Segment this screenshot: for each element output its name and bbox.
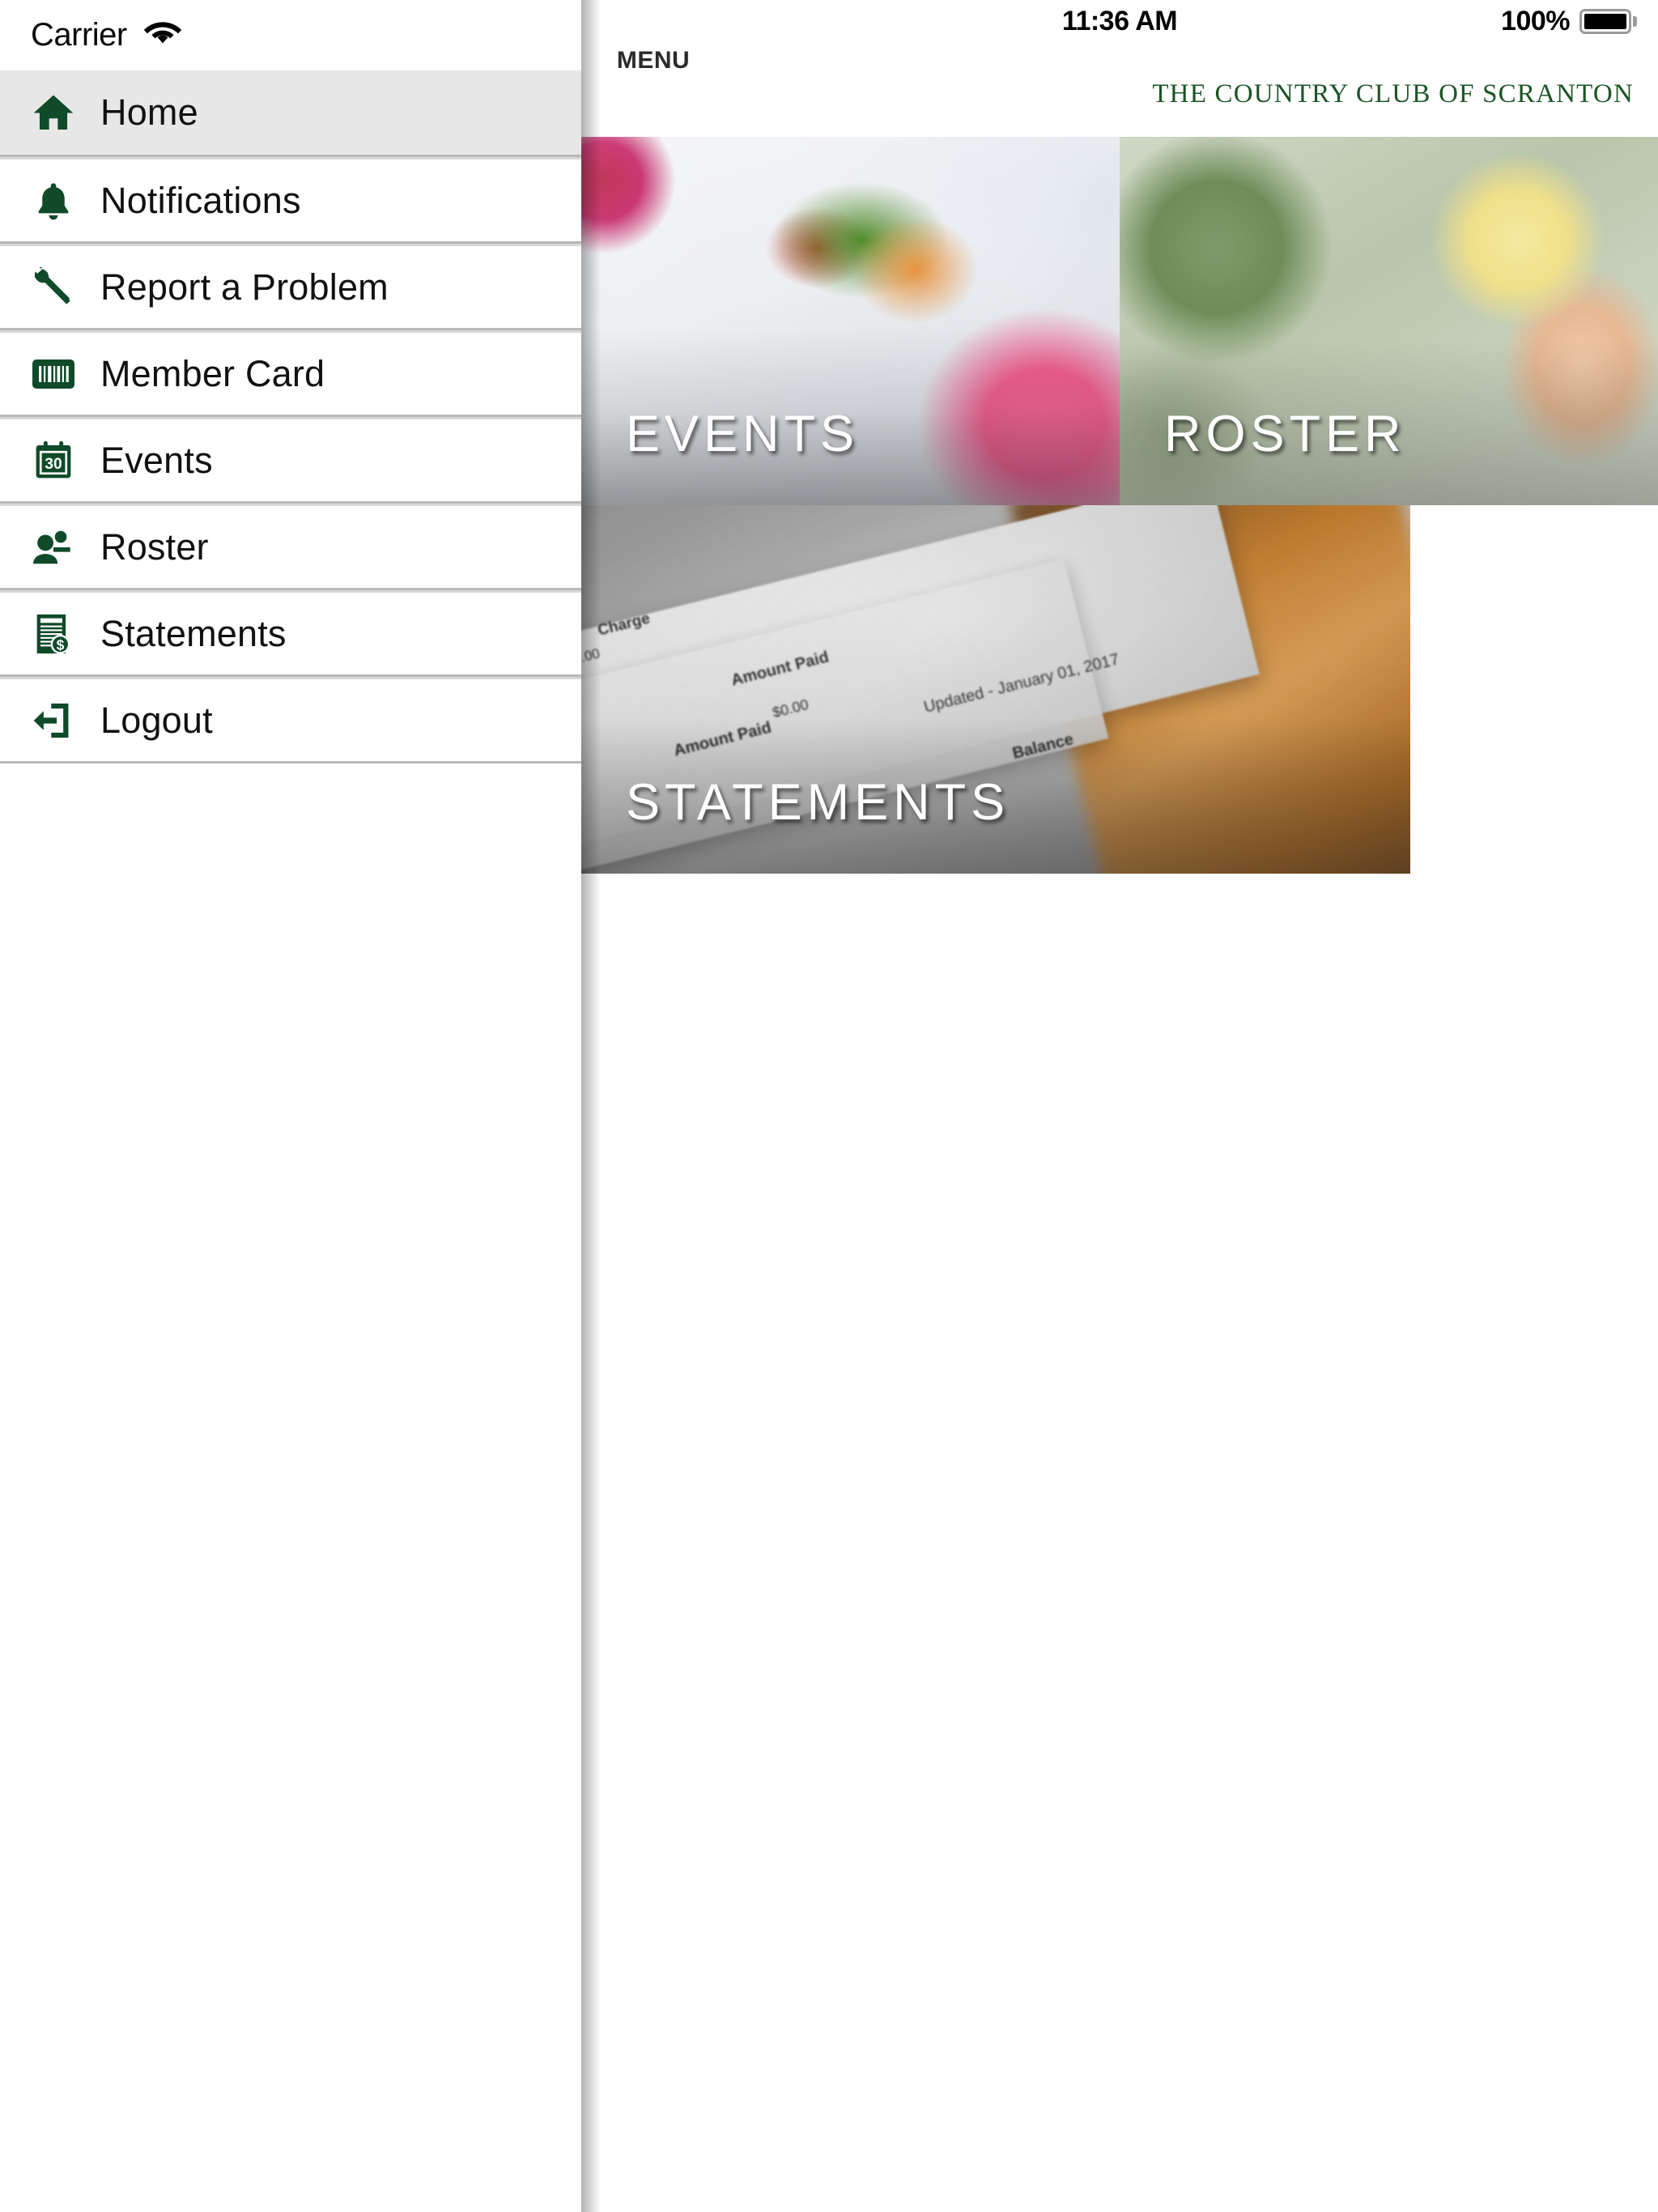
tile-statements-label: STATEMENTS: [626, 774, 1010, 831]
sidebar-menu: Home Notifications Report a Problem Memb…: [0, 70, 581, 764]
sidebar-item-events-label: Events: [100, 439, 213, 481]
sidebar-item-roster[interactable]: Roster: [0, 504, 581, 590]
carrier-label: Carrier: [31, 17, 127, 53]
tile-grid: EVENTS ROSTER Charge 0.00 Amount Paid $0…: [581, 137, 1658, 874]
statement-amount-paid-value: $0.00: [770, 696, 810, 721]
sidebar-item-notifications[interactable]: Notifications: [0, 157, 581, 244]
statement-updated-label: Updated - January 01, 2017: [921, 650, 1121, 717]
home-icon: [18, 87, 89, 138]
sidebar-item-statements[interactable]: $ Statements: [0, 590, 581, 677]
tile-events[interactable]: EVENTS: [581, 137, 1120, 505]
sidebar-item-member-card[interactable]: Member Card: [0, 330, 581, 417]
statement-amount-paid-label-2: Amount Paid: [671, 717, 773, 760]
statement-balance-label: Balance: [1010, 730, 1076, 763]
status-bar: 11:36 AM 100%: [581, 0, 1658, 42]
sidebar-item-report-a-problem-label: Report a Problem: [100, 266, 389, 308]
menu-button-label: MENU: [616, 47, 691, 74]
logout-icon: [18, 695, 89, 747]
document-money-icon: $: [18, 608, 89, 660]
sidebar-item-member-card-label: Member Card: [100, 352, 325, 394]
sidebar-item-report-a-problem[interactable]: Report a Problem: [0, 244, 581, 330]
battery-full-icon: [1579, 8, 1637, 34]
sidebar-item-notifications-label: Notifications: [100, 179, 301, 221]
sidebar-item-home[interactable]: Home: [0, 70, 581, 157]
statement-amount-paid-label-1: Amount Paid: [729, 648, 831, 690]
sidebar-item-statements-label: Statements: [100, 612, 287, 654]
app-navbar: MENU THE COUNTRY CLUB OF SCRANTON: [581, 42, 1658, 137]
status-bar-battery: 100%: [1501, 0, 1637, 42]
tile-events-label: EVENTS: [626, 406, 860, 462]
sidebar-item-home-label: Home: [100, 91, 198, 133]
svg-text:$: $: [57, 636, 65, 653]
calendar-icon-day: 30: [45, 454, 62, 472]
wifi-icon: [143, 19, 182, 52]
battery-percent-label: 100%: [1501, 5, 1570, 36]
barcode-icon: [18, 348, 89, 400]
statement-charge-label: Charge: [596, 609, 653, 640]
status-bar-time: 11:36 AM: [1061, 5, 1178, 36]
sidebar-item-events[interactable]: 30 Events: [0, 417, 581, 504]
people-icon: [18, 521, 89, 573]
sidebar-item-logout-label: Logout: [100, 699, 213, 741]
tile-roster-label: ROSTER: [1164, 406, 1406, 462]
sidebar-status-bar: Carrier: [0, 0, 581, 70]
menu-button[interactable]: MENU: [614, 47, 693, 74]
tools-icon: [18, 262, 89, 313]
app-root: 11:36 AM 100% MENU THE COUNTRY CLUB OF S…: [0, 0, 1658, 2212]
tile-row-bottom: Charge 0.00 Amount Paid $0.00 Amount Pai…: [581, 505, 1658, 874]
tile-statements[interactable]: Charge 0.00 Amount Paid $0.00 Amount Pai…: [581, 505, 1410, 874]
statement-charge-amount: 0.00: [581, 645, 602, 668]
sidebar-item-logout[interactable]: Logout: [0, 677, 581, 764]
tile-roster[interactable]: ROSTER: [1120, 137, 1658, 505]
bell-icon: [18, 175, 89, 227]
club-title: THE COUNTRY CLUB OF SCRANTON: [1152, 79, 1634, 108]
calendar-icon: 30: [18, 435, 89, 487]
sidebar-item-roster-label: Roster: [100, 525, 209, 568]
tile-row-top: EVENTS ROSTER: [581, 137, 1658, 505]
sidebar-drawer: Carrier Home Notifications Report a Prob…: [0, 0, 581, 2212]
